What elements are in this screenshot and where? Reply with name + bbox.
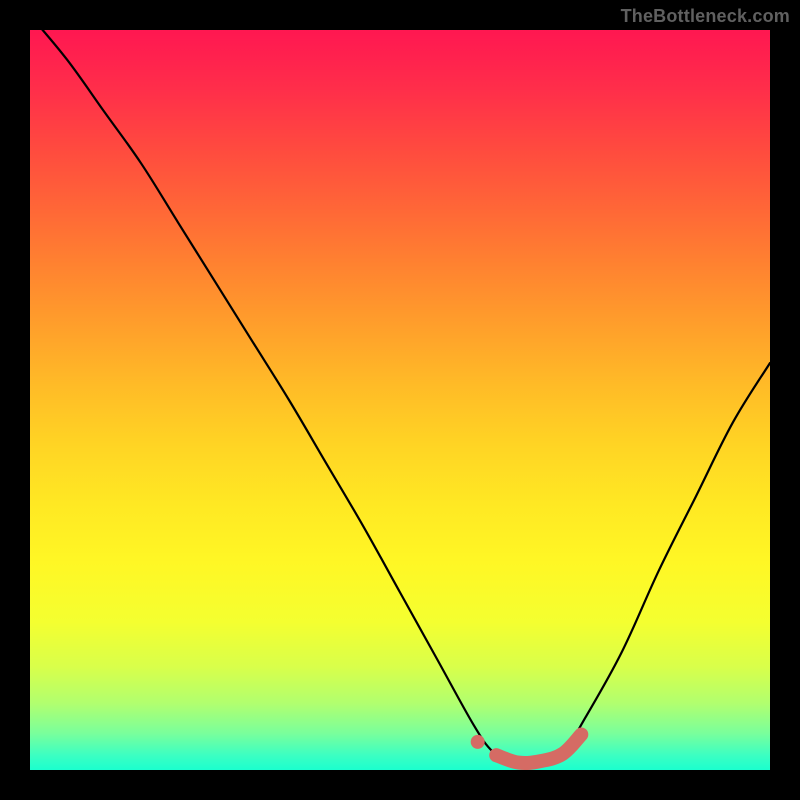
watermark-text: TheBottleneck.com [621,6,790,27]
curve-layer [30,30,770,770]
bottleneck-curve [30,15,770,763]
chart-area [30,30,770,770]
highlight-segment [496,734,581,763]
highlight-dot [471,735,485,749]
